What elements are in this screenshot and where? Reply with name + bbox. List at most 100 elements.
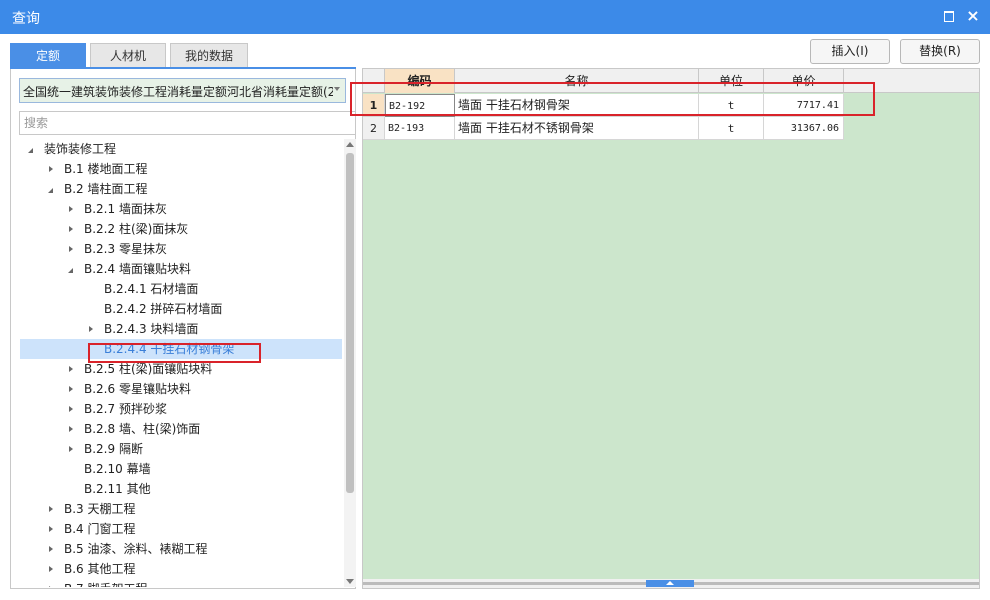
tree-item-label: B.2.10 幕墙	[84, 462, 151, 476]
expand-arrow-icon[interactable]	[66, 259, 76, 279]
collapse-arrow-icon[interactable]	[46, 499, 56, 519]
tree-item-label: B.2.6 零星镶贴块料	[84, 382, 191, 396]
tree-item[interactable]: B.2.11 其他	[20, 479, 342, 499]
unit-cell[interactable]: t	[699, 117, 764, 140]
code-cell[interactable]: B2-193	[385, 117, 455, 140]
table-row[interactable]: 1 B2-192 墙面 干挂石材钢骨架 t 7717.41	[363, 94, 844, 117]
tree-item[interactable]: B.2.4 墙面镶贴块料	[20, 259, 342, 279]
tree-item[interactable]: B.2.6 零星镶贴块料	[20, 379, 342, 399]
tab-labor-materials[interactable]: 人材机	[90, 43, 166, 68]
tree-scrollbar[interactable]	[344, 139, 356, 587]
collapse-arrow-icon[interactable]	[66, 419, 76, 439]
collapse-arrow-icon[interactable]	[66, 239, 76, 259]
column-header-price[interactable]: 单价	[764, 69, 844, 93]
column-header-code[interactable]: 编码	[385, 69, 455, 93]
quota-library-select[interactable]: 全国统一建筑装饰装修工程消耗量定额河北省消耗量定额(20	[19, 78, 346, 103]
tree-item-label: B.2.11 其他	[84, 482, 151, 496]
expand-arrow-icon[interactable]	[26, 139, 36, 159]
column-header-unit[interactable]: 单位	[699, 69, 764, 93]
tree-item-label: B.2.4.1 石材墙面	[104, 282, 199, 296]
tree-item[interactable]: B.2.7 预拌砂浆	[20, 399, 342, 419]
column-header-name[interactable]: 名称	[455, 69, 699, 93]
collapse-arrow-icon[interactable]	[66, 219, 76, 239]
tree-item-label: B.6 其他工程	[64, 562, 136, 576]
tree-item-label: B.3 天棚工程	[64, 502, 136, 516]
collapse-arrow-icon[interactable]	[66, 199, 76, 219]
tree-item-label: B.2.1 墙面抹灰	[84, 202, 167, 216]
tree-item-label: B.4 门窗工程	[64, 522, 136, 536]
tree-item[interactable]: B.1 楼地面工程	[20, 159, 342, 179]
maximize-icon[interactable]	[941, 8, 957, 24]
tree-item-label: B.2.8 墙、柱(梁)饰面	[84, 422, 201, 436]
tree-item[interactable]: B.2.1 墙面抹灰	[20, 199, 342, 219]
tree-item[interactable]: 装饰装修工程	[20, 139, 342, 159]
collapse-arrow-icon[interactable]	[46, 519, 56, 539]
name-cell[interactable]: 墙面 干挂石材钢骨架	[455, 94, 699, 117]
tree-item[interactable]: B.2 墙柱面工程	[20, 179, 342, 199]
tree-item-label: B.2.9 隔断	[84, 442, 143, 456]
expand-arrow-icon[interactable]	[46, 179, 56, 199]
search-input[interactable]	[19, 111, 356, 135]
tree-item-label: B.2.4 墙面镶贴块料	[84, 262, 191, 276]
tree-item[interactable]: B.2.4.4 干挂石材钢骨架	[20, 339, 342, 359]
collapse-arrow-icon[interactable]	[46, 559, 56, 579]
quota-tree-panel: 全国统一建筑装饰装修工程消耗量定额河北省消耗量定额(20 装饰装修工程 B.1 楼…	[10, 69, 356, 589]
tree-item[interactable]: B.3 天棚工程	[20, 499, 342, 519]
collapse-arrow-icon[interactable]	[66, 399, 76, 419]
scroll-up-icon[interactable]	[346, 142, 354, 147]
collapse-arrow-icon[interactable]	[46, 539, 56, 559]
tree-item-label: B.2.4.3 块料墙面	[104, 322, 199, 336]
tree-item-label: B.2.5 柱(梁)面镶贴块料	[84, 362, 213, 376]
tree-item[interactable]: B.2.3 零星抹灰	[20, 239, 342, 259]
tree-item-label: B.5 油漆、涂料、裱糊工程	[64, 542, 208, 556]
scrollbar-thumb[interactable]	[346, 153, 354, 493]
tree-item-label: B.2.4.4 干挂石材钢骨架	[104, 342, 235, 356]
price-cell[interactable]: 7717.41	[764, 94, 844, 117]
name-cell[interactable]: 墙面 干挂石材不锈钢骨架	[455, 117, 699, 140]
tree-item-label: B.1 楼地面工程	[64, 162, 148, 176]
insert-button[interactable]: 插入(I)	[810, 39, 890, 64]
close-icon[interactable]: ×	[965, 8, 981, 24]
tree-item[interactable]: B.5 油漆、涂料、裱糊工程	[20, 539, 342, 559]
collapse-arrow-icon[interactable]	[46, 579, 56, 587]
window-titlebar: 查询 ×	[0, 0, 990, 34]
tree-item-label: B.2.4.2 拼碎石材墙面	[104, 302, 223, 316]
tree-item-label: B.7 脚手架工程	[64, 579, 148, 587]
grid-horizontal-scrollbar[interactable]	[363, 579, 979, 588]
tree-item[interactable]: B.2.10 幕墙	[20, 459, 342, 479]
tree-item[interactable]: B.6 其他工程	[20, 559, 342, 579]
replace-button[interactable]: 替换(R)	[900, 39, 980, 64]
tree-item[interactable]: B.2.2 柱(梁)面抹灰	[20, 219, 342, 239]
collapse-arrow-icon[interactable]	[66, 379, 76, 399]
tree-item[interactable]: B.4 门窗工程	[20, 519, 342, 539]
tree-item-label: 装饰装修工程	[44, 142, 117, 156]
tree-item[interactable]: B.2.4.2 拼碎石材墙面	[20, 299, 342, 319]
tree-item-label: B.2.2 柱(梁)面抹灰	[84, 222, 189, 236]
tree-item-label: B.2 墙柱面工程	[64, 182, 148, 196]
row-number: 2	[363, 117, 385, 140]
tree-item[interactable]: B.2.5 柱(梁)面镶贴块料	[20, 359, 342, 379]
scroll-down-icon[interactable]	[346, 579, 354, 584]
collapse-arrow-icon[interactable]	[46, 159, 56, 179]
collapse-arrow-icon[interactable]	[66, 439, 76, 459]
collapse-arrow-icon[interactable]	[86, 319, 96, 339]
price-cell[interactable]: 31367.06	[764, 117, 844, 140]
tree-item[interactable]: B.2.4.3 块料墙面	[20, 319, 342, 339]
quota-library-value: 全国统一建筑装饰装修工程消耗量定额河北省消耗量定额(20	[23, 85, 333, 99]
tree-item-label: B.2.3 零星抹灰	[84, 242, 167, 256]
tree-item[interactable]: B.2.4.1 石材墙面	[20, 279, 342, 299]
scroll-toggle-icon[interactable]	[646, 580, 694, 587]
chevron-down-icon[interactable]	[333, 84, 343, 94]
tree-item[interactable]: B.2.8 墙、柱(梁)饰面	[20, 419, 342, 439]
code-cell[interactable]: B2-192	[385, 94, 455, 117]
tree-item[interactable]: B.7 脚手架工程	[20, 579, 342, 587]
tab-my-data[interactable]: 我的数据	[170, 43, 248, 68]
table-row[interactable]: 2 B2-193 墙面 干挂石材不锈钢骨架 t 31367.06	[363, 117, 844, 140]
collapse-arrow-icon[interactable]	[66, 359, 76, 379]
tree-item[interactable]: B.2.9 隔断	[20, 439, 342, 459]
unit-cell[interactable]: t	[699, 94, 764, 117]
tab-quota[interactable]: 定额	[10, 43, 86, 68]
